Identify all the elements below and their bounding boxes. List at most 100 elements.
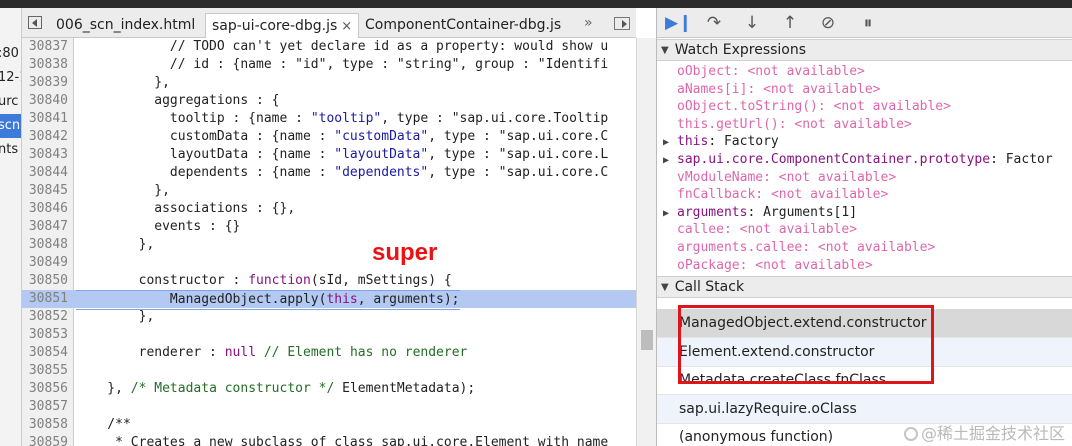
line-number[interactable]: 30839: [22, 74, 72, 92]
watch-row[interactable]: vModuleName: <not available>: [657, 169, 1072, 187]
code-line[interactable]: 30842 customData : {name : "customData",…: [22, 128, 636, 146]
code-text: },: [76, 75, 170, 90]
watch-value: <not available>: [794, 116, 912, 132]
code-line[interactable]: 30851 ManagedObject.apply(this, argument…: [22, 290, 636, 310]
tab-label: ComponentContainer-dbg.js: [365, 17, 562, 33]
watch-separator: :: [708, 134, 724, 150]
watch-row[interactable]: arguments.callee: <not available>: [657, 239, 1072, 257]
watch-value: Factor: [1005, 152, 1053, 167]
code-line[interactable]: 30846 associations : {},: [22, 200, 636, 218]
toggle-debugger-icon[interactable]: [614, 17, 630, 30]
watch-row[interactable]: ▶ sap.ui.core.ComponentContainer.prototyp…: [657, 151, 1072, 169]
code-text: layoutData : {name : "layoutData", type …: [76, 147, 609, 162]
line-number[interactable]: 30854: [22, 344, 72, 362]
line-number[interactable]: 30848: [22, 236, 72, 254]
watch-row[interactable]: this.getUrl(): <not available>: [657, 116, 1072, 134]
line-number[interactable]: 30842: [22, 128, 72, 146]
line-number[interactable]: 30837: [22, 38, 72, 56]
scrollbar-thumb[interactable]: [641, 330, 653, 350]
step-into-icon[interactable]: ↓: [741, 13, 763, 33]
step-over-icon[interactable]: ↷: [703, 13, 725, 33]
navigator-item[interactable]: nts: [0, 138, 21, 162]
expand-triangle-icon[interactable]: ▶: [663, 134, 677, 151]
line-number[interactable]: 30847: [22, 218, 72, 236]
code-line[interactable]: 30837 // TODO can't yet declare id as a …: [22, 38, 636, 56]
code-line[interactable]: 30839 },: [22, 74, 636, 92]
watch-expressions-header[interactable]: ▼ Watch Expressions: [657, 39, 1072, 61]
call-stack-header[interactable]: ▼ Call Stack: [657, 276, 1072, 298]
step-out-icon[interactable]: ↑: [779, 13, 801, 33]
line-number[interactable]: 30840: [22, 92, 72, 110]
devtools-top-tabs: mentsNetworkSourcesTimelineProfilesResou…: [0, 0, 1072, 8]
expand-triangle-icon[interactable]: ▶: [663, 152, 677, 169]
navigator-item[interactable]: 12-1: [0, 66, 21, 90]
code-line[interactable]: 30838 // id : {name : "id", type : "stri…: [22, 56, 636, 74]
watch-name: oObject: [677, 64, 732, 79]
line-number[interactable]: 30841: [22, 110, 72, 128]
line-number[interactable]: 30855: [22, 362, 72, 380]
tab-componentcontainer-dbg[interactable]: ComponentContainer-dbg.js: [359, 13, 567, 38]
code-line[interactable]: 30853: [22, 326, 636, 344]
code-line[interactable]: 30844 dependents : {name : "dependents",…: [22, 164, 636, 182]
code-line[interactable]: 30852 },: [22, 308, 636, 326]
toggle-navigator-icon[interactable]: [28, 16, 42, 29]
line-number[interactable]: 30857: [22, 398, 72, 416]
code-line[interactable]: 30858 /**: [22, 416, 636, 434]
watch-value: <not available>: [755, 257, 873, 273]
code-line[interactable]: 30848 },: [22, 236, 636, 254]
code-line[interactable]: 30859 * Creates a new subclass of class …: [22, 434, 636, 446]
code-line[interactable]: 30841 tooltip : {name : "tooltip", type …: [22, 110, 636, 128]
code-line[interactable]: 30840 aggregations : {: [22, 92, 636, 110]
code-text: },: [76, 309, 155, 324]
code-line[interactable]: 30855: [22, 362, 636, 380]
code-editor[interactable]: 30837 // TODO can't yet declare id as a …: [22, 38, 636, 446]
code-line[interactable]: 30850 constructor : function(sId, mSetti…: [22, 272, 636, 290]
code-line[interactable]: 30845 },: [22, 182, 636, 200]
line-number[interactable]: 30852: [22, 308, 72, 326]
watch-row[interactable]: ▶ this: Factory: [657, 133, 1072, 151]
navigator-item[interactable]: scn: [0, 114, 21, 138]
code-line[interactable]: 30849: [22, 254, 636, 272]
code-line[interactable]: 30854 renderer : null // Element has no …: [22, 344, 636, 362]
navigator-item[interactable]: :80: [0, 42, 21, 66]
close-icon[interactable]: ×: [341, 19, 352, 34]
code-text: events : {}: [76, 219, 241, 234]
editor-scrollbar[interactable]: [636, 38, 656, 446]
navigator-item[interactable]: urc: [0, 90, 21, 114]
line-number[interactable]: 30858: [22, 416, 72, 434]
code-line[interactable]: 30847 events : {}: [22, 218, 636, 236]
watch-value: <not available>: [747, 64, 865, 79]
tab-sap-ui-core-dbg[interactable]: sap-ui-core-dbg.js ×: [205, 13, 360, 38]
line-number[interactable]: 30844: [22, 164, 72, 182]
line-number[interactable]: 30845: [22, 182, 72, 200]
code-line[interactable]: 30843 layoutData : {name : "layoutData",…: [22, 146, 636, 164]
watch-row[interactable]: oObject.toString(): <not available>: [657, 98, 1072, 116]
line-number[interactable]: 30859: [22, 434, 72, 446]
watch-row[interactable]: callee: <not available>: [657, 221, 1072, 239]
line-number[interactable]: 30850: [22, 272, 72, 290]
line-number[interactable]: 30849: [22, 254, 72, 272]
line-number[interactable]: 30846: [22, 200, 72, 218]
watch-row[interactable]: aNames[i]: <not available>: [657, 81, 1072, 99]
line-number[interactable]: 30853: [22, 326, 72, 344]
resume-icon[interactable]: ▶❙: [665, 13, 692, 33]
pause-on-exceptions-icon[interactable]: ⏸: [857, 13, 879, 33]
watch-row[interactable]: ▶ arguments: Arguments[1]: [657, 204, 1072, 222]
line-number[interactable]: 30851: [22, 290, 72, 308]
watch-name: arguments.callee: [677, 240, 803, 255]
code-text: // TODO can't yet declare id as a proper…: [76, 39, 609, 54]
code-line[interactable]: 30856 }, /* Metadata constructor */ Elem…: [22, 380, 636, 398]
deactivate-breakpoints-icon[interactable]: ⊘: [817, 13, 839, 33]
watch-row[interactable]: fnCallback: <not available>: [657, 186, 1072, 204]
watch-row[interactable]: oObject: <not available>: [657, 63, 1072, 81]
more-tabs-button[interactable]: »: [584, 15, 593, 31]
juejin-logo-icon: [904, 427, 918, 441]
expand-triangle-icon[interactable]: ▶: [663, 205, 677, 222]
line-number[interactable]: 30856: [22, 380, 72, 398]
line-number[interactable]: 30838: [22, 56, 72, 74]
tab-006-scn-index[interactable]: 006_scn_index.html: [50, 13, 201, 38]
watch-row[interactable]: oPackage: <not available>: [657, 257, 1072, 275]
line-number[interactable]: 30843: [22, 146, 72, 164]
watch-separator: :: [802, 240, 818, 255]
code-line[interactable]: 30857: [22, 398, 636, 416]
